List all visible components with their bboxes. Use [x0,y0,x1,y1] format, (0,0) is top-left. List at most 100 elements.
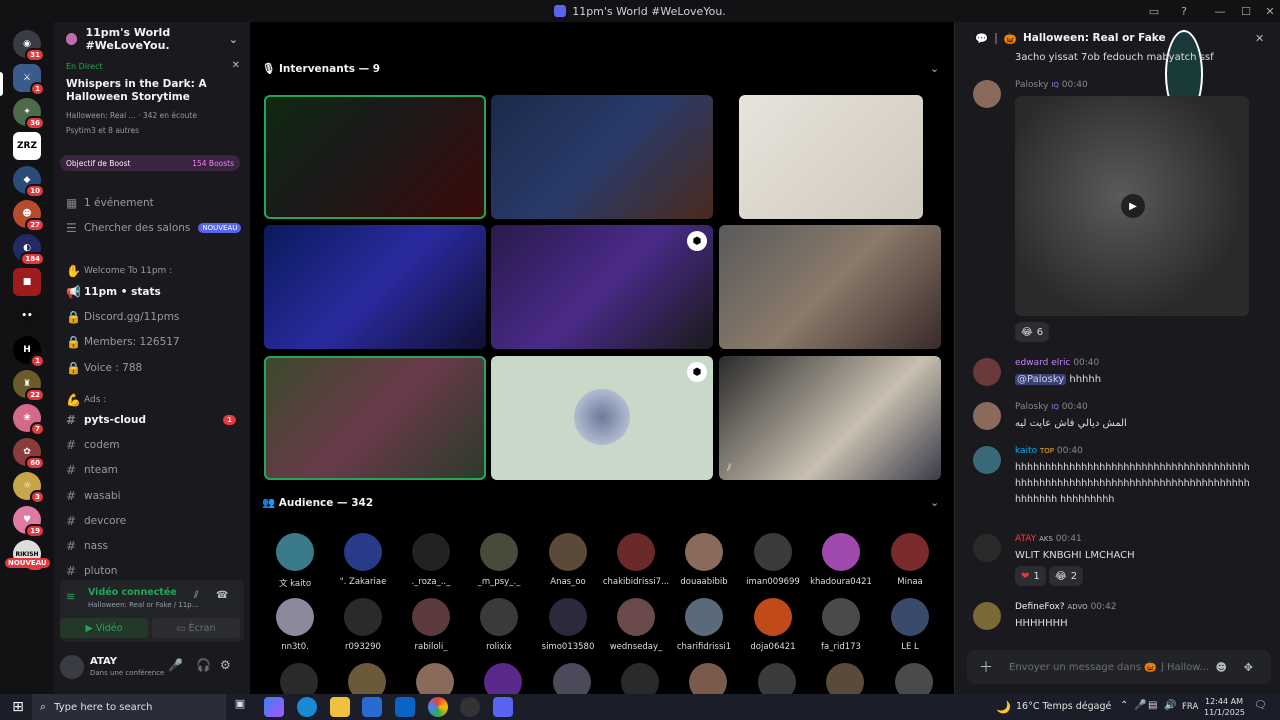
avatar[interactable] [416,663,454,694]
close-icon[interactable]: ✕ [232,60,240,71]
speaker-video-tile[interactable]: ⫽ [719,356,941,480]
audience-member[interactable]: ._roza_.._ [397,533,465,587]
close-window-button[interactable]: ✕ [1256,0,1280,22]
network-icon[interactable]: ▤ [1148,700,1157,711]
user-mention[interactable]: @Palosky [1015,374,1067,385]
speaker-avatar-tile[interactable]: ⬢ [491,356,713,480]
speaker-video-tile[interactable] [491,95,713,219]
server-icon[interactable]: H1 [13,336,45,368]
add-attachment-icon[interactable]: ＋ [979,657,993,677]
apps-icon[interactable]: ✥ [1244,661,1253,674]
weather-text[interactable]: 16°C Temps dégagé [1016,701,1111,712]
windows-start-icon[interactable]: ⊞ [8,697,28,717]
channel-wasabi[interactable]: # wasabi [66,487,246,505]
avatar[interactable] [60,655,84,679]
author-name[interactable]: Palosky [1015,80,1048,90]
audience-member[interactable]: LE L [876,598,944,652]
avatar[interactable] [621,663,659,694]
audience-member[interactable]: _m_psy_._ [465,533,533,587]
discord-taskbar-icon[interactable] [493,697,513,717]
avatar[interactable] [973,602,1001,630]
video-attachment[interactable]: ▶ [1015,96,1249,316]
edge-icon[interactable] [297,697,317,717]
server-icon[interactable]: ✦ 36 [13,98,45,130]
disconnect-icon[interactable]: ☎ [216,590,228,601]
server-icon[interactable]: ■ [13,268,41,296]
server-icon[interactable]: ◐ 184 [13,234,45,266]
channel-invite[interactable]: 🔒 Discord.gg/11pms [66,308,246,326]
audience-header[interactable]: 👥 Audience — 342 [262,496,373,509]
gear-icon[interactable]: ⚙ [220,658,231,672]
channel-pyts-cloud[interactable]: # pyts-cloud 1 [66,411,246,429]
screen-share-button[interactable]: ▭ Écran [152,618,240,638]
speaker-video-tile[interactable] [264,95,486,219]
author-name[interactable]: ATAY [1015,534,1036,544]
avatar[interactable] [689,663,727,694]
language-indicator[interactable]: FRA [1182,702,1198,712]
guild-header[interactable]: 11pm's World #WeLoveYou. ⌄ [54,22,250,56]
audience-member[interactable]: douaabibib [670,533,738,587]
reaction[interactable]: 😂 2 [1049,566,1084,586]
avatar[interactable] [973,446,1001,474]
microphone-tray-icon[interactable]: 🎤 [1134,700,1146,711]
server-icon[interactable]: ⚔ 1 [13,64,45,96]
volume-icon[interactable]: 🔊 [1164,700,1176,711]
channel-devcore[interactable]: # devcore [66,512,246,530]
copilot-icon[interactable] [264,697,284,717]
avatar[interactable] [973,358,1001,386]
server-icon[interactable]: ♜ 22 [13,370,45,402]
audience-member[interactable]: r093290 [329,598,397,652]
chrome-icon[interactable] [428,697,448,717]
speaker-video-tile[interactable] [264,225,486,349]
audience-member[interactable]: Minaa [876,533,944,587]
channel-nass[interactable]: # nass [66,537,246,555]
author-name[interactable]: DefineFox? [1015,602,1065,612]
minimize-button[interactable]: — [1206,0,1234,22]
store-icon[interactable] [362,697,382,717]
audience-member[interactable]: simo013580 [534,598,602,652]
channel-codem[interactable]: # codem [66,436,246,454]
task-view-icon[interactable]: ▣ [230,697,250,717]
speaker-video-tile[interactable] [719,225,941,349]
audience-member[interactable]: Anas_oo [534,533,602,587]
outlook-icon[interactable] [395,697,415,717]
signal-icon[interactable]: ≋ [66,590,75,603]
notification-icon[interactable]: 🗨 [1254,700,1267,711]
author-name[interactable]: edward elric [1015,358,1070,368]
audience-member[interactable]: doja06421 [739,598,807,652]
channel-nteam[interactable]: # nteam [66,461,246,479]
channel-voice-count[interactable]: 🔒 Voice : 788 [66,359,246,377]
chevron-down-icon[interactable]: ⌄ [930,496,939,509]
voice-channel[interactable]: Halloween: Real or Fake / 11p... [88,601,198,609]
tray-chevron-icon[interactable]: ⌃ [1120,700,1128,711]
server-zrz[interactable]: ZRZ [13,132,41,160]
sticker-icon[interactable]: ☻ [1216,661,1227,674]
avatar[interactable] [280,663,318,694]
audience-member[interactable]: chakibidrissi7... [602,533,670,587]
reaction[interactable]: ❤ 1 [1015,566,1046,586]
speaker-video-tile[interactable] [264,356,486,480]
new-servers-badge[interactable]: NOUVEAU [5,558,50,568]
message-input[interactable]: Envoyer un message dans 🎃 ⌋ Hallow... [1009,662,1209,673]
headphones-icon[interactable]: 🎧 [196,658,211,672]
avatar[interactable] [895,663,933,694]
browse-channels[interactable]: ☰ Chercher des salons NOUVEAU [66,219,246,237]
events-link[interactable]: ▦ 1 événement [66,194,246,212]
server-icon[interactable]: ☻ 27 [13,200,45,232]
help-icon[interactable]: ? [1170,0,1198,22]
close-chat-button[interactable]: ✕ [1255,32,1264,45]
category-ads[interactable]: 💪 Ads : [66,391,246,409]
audience-member[interactable]: rolixix [465,598,533,652]
category-welcome[interactable]: ✋ Welcome To 11pm : [66,262,246,280]
inbox-icon[interactable]: ▭ [1140,0,1168,22]
audience-member[interactable]: ". Zakariae [329,533,397,587]
taskbar-search[interactable]: ⌕ Type here to search [32,694,226,720]
audience-member[interactable]: rabiloli_ [397,598,465,652]
server-icon[interactable]: ☼ 3 [13,472,45,504]
audience-member[interactable]: nn3t0. [261,598,329,652]
avatar[interactable] [973,80,1001,108]
chevron-down-icon[interactable]: ⌄ [229,33,238,46]
server-icon[interactable]: ◆ 10 [13,166,45,198]
audience-member[interactable]: charifidrissi1 [670,598,738,652]
avatar[interactable] [826,663,864,694]
